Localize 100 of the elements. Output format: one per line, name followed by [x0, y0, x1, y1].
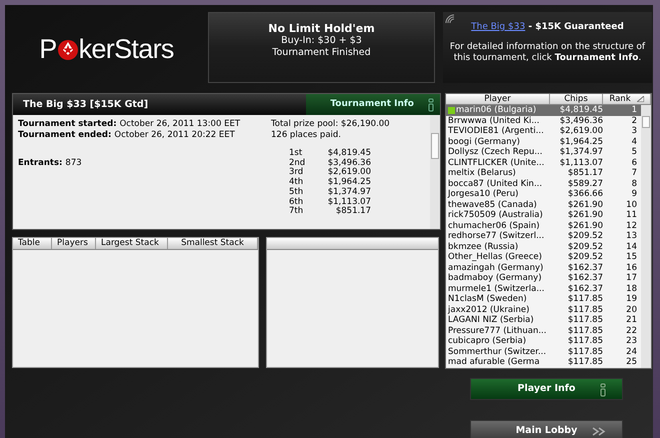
player-row[interactable]: amazingah (Germany) $162.37 16 — [446, 262, 641, 273]
column-header[interactable]: Player — [446, 94, 550, 104]
player-row[interactable]: cubicapro (Serbia) $117.85 23 — [446, 336, 641, 346]
chip-count: $209.52 — [566, 252, 603, 262]
rank-number: 19 — [625, 294, 638, 304]
payout-place: 3rd — [289, 168, 304, 178]
player-name: bocca87 (United Kin... — [448, 178, 542, 189]
rank-number: 17 — [625, 273, 638, 284]
player-row[interactable]: rick750509 (Australia) $261.90 11 — [446, 210, 641, 220]
player-name: N1clasM (Sweden) — [448, 294, 527, 304]
player-row[interactable]: bkmzee (Russia) $209.52 14 — [446, 242, 641, 252]
places-paid-text: 126 places paid. — [271, 130, 342, 141]
player-row[interactable]: chumacher06 (Spain) $261.90 12 — [446, 220, 641, 231]
player-row[interactable]: Brrwwwa (United Ki... $3,496.36 2 — [446, 116, 641, 126]
chip-count: $117.85 — [566, 336, 603, 346]
chip-count: $4,819.45 — [558, 105, 603, 116]
player-row[interactable]: TEVIODIE81 (Argenti... $2,619.00 3 — [446, 126, 641, 136]
player-name: TEVIODIE81 (Argenti... — [448, 126, 544, 136]
payout-place: 5th — [289, 188, 304, 198]
player-name: bkmzee (Russia) — [448, 242, 518, 252]
scrollbar[interactable] — [430, 115, 440, 229]
player-row[interactable]: mad afurable (Germa $117.85 25 — [446, 357, 641, 368]
column-header[interactable]: Largest Stack — [96, 238, 168, 249]
chip-count: $1,113.07 — [558, 158, 603, 168]
payout-amount: $2,619.00 — [326, 168, 371, 178]
player-name: LAGANI NIZ (Serbia) — [448, 315, 534, 326]
payout-amount: $4,819.45 — [326, 149, 371, 158]
payout-amount: $1,964.25 — [326, 178, 371, 188]
player-name: rick750509 (Australia) — [448, 210, 543, 220]
player-row[interactable]: jaxx2012 (Ukraine) $117.85 20 — [446, 304, 641, 315]
rank-number: 12 — [625, 220, 638, 231]
player-row[interactable]: boogi (Germany) $1,964.25 4 — [446, 136, 641, 147]
chip-count: $117.85 — [566, 315, 603, 326]
chip-count: $162.37 — [566, 273, 603, 284]
player-row[interactable]: N1clasM (Sweden) $117.85 19 — [446, 294, 641, 304]
player-row[interactable]: badmaboy (Germany) $162.37 17 — [446, 273, 641, 284]
tournament-info-tab[interactable]: Tournament Info — [306, 94, 440, 115]
chip-count: $589.27 — [566, 178, 603, 189]
player-name: marin06 (Bulgaria) — [456, 105, 536, 116]
rank-number: 13 — [625, 231, 638, 242]
player-name: meltix (Belarus) — [448, 168, 516, 178]
player-name: Brrwwwa (United Ki... — [448, 116, 540, 126]
player-row[interactable]: bocca87 (United Kin... $589.27 8 — [446, 178, 641, 189]
rank-number: 11 — [625, 210, 638, 220]
player-name: jaxx2012 (Ukraine) — [448, 304, 530, 315]
player-row[interactable]: marin06 (Bulgaria) $4,819.45 1 — [446, 105, 641, 116]
detail-label: Tournament started: — [18, 119, 117, 130]
player-row[interactable]: redhorse77 (Switzerl... $209.52 13 — [446, 231, 641, 242]
player-row[interactable]: Pressure777 (Lithuan... $117.85 22 — [446, 326, 641, 336]
player-name: redhorse77 (Switzerl... — [448, 231, 544, 242]
player-row[interactable]: Jorgesa10 (Peru) $366.66 9 — [446, 189, 641, 200]
tournament-title: The Big $33 [$15K Gtd] — [22, 98, 150, 112]
main-lobby-button[interactable]: Main Lobby — [470, 420, 623, 438]
detail-value: 873 — [65, 158, 82, 169]
player-row[interactable]: Other_Hellas (Greece) $209.52 15 — [446, 252, 641, 262]
player-row[interactable]: meltix (Belarus) $851.17 7 — [446, 168, 641, 178]
player-row[interactable]: thewave85 (Canada) $261.90 10 — [446, 200, 641, 210]
chip-count: $261.90 — [566, 210, 603, 220]
chip-count: $851.17 — [566, 168, 603, 178]
scrollbar[interactable] — [641, 105, 651, 368]
chip-count: $117.85 — [566, 346, 603, 357]
player-name: chumacher06 (Spain) — [448, 220, 540, 231]
player-row[interactable]: LAGANI NIZ (Serbia) $117.85 21 — [446, 315, 641, 326]
rank-number: 10 — [625, 200, 638, 210]
buy-in-text: Buy-In: $30 + $3 — [281, 35, 362, 47]
player-info-button[interactable]: Player Info — [470, 378, 623, 400]
payout-place: 7th — [289, 207, 304, 217]
column-header[interactable]: Chips — [550, 94, 603, 104]
rank-number: 4 — [630, 136, 638, 147]
chip-count: $261.90 — [566, 220, 603, 231]
column-header[interactable]: Players — [52, 238, 96, 249]
rank-number: 3 — [630, 126, 638, 136]
chip-count: $1,374.97 — [558, 147, 603, 158]
rank-number: 20 — [625, 304, 638, 315]
player-name: mad afurable (Germa — [448, 357, 540, 368]
rank-number: 5 — [630, 147, 638, 158]
player-row[interactable]: CLINTFLICKER (Unite... $1,113.07 6 — [446, 158, 641, 168]
payout-place: 6th — [289, 198, 304, 207]
column-header[interactable]: Rank — [603, 94, 651, 104]
player-row[interactable]: Sommerthur (Switzer... $117.85 24 — [446, 346, 641, 357]
payout-amount: $1,113.07 — [326, 198, 371, 207]
info-description: For detailed information on the structure of this tournament, click Tournament Info. — [448, 42, 646, 64]
rank-number: 9 — [630, 189, 638, 200]
info-icon — [600, 383, 606, 397]
column-header[interactable]: Smallest Stack — [168, 238, 258, 249]
player-name: boogi (Germany) — [448, 136, 520, 147]
tournament-link[interactable]: The Big $33 — [471, 22, 526, 32]
guarantee-text: - $15K Guaranteed — [527, 22, 624, 32]
player-name: Jorgesa10 (Peru) — [448, 189, 518, 200]
player-name: Dollysz (Czech Repu... — [448, 147, 542, 158]
column-header[interactable]: Table — [13, 238, 52, 249]
payout-place: 4th — [289, 178, 304, 188]
rank-number: 6 — [630, 158, 638, 168]
player-row[interactable]: Dollysz (Czech Repu... $1,374.97 5 — [446, 147, 641, 158]
chip-count: $162.37 — [566, 262, 603, 273]
player-name: murmele1 (Switzerla... — [448, 284, 544, 294]
player-row[interactable]: murmele1 (Switzerla... $162.37 18 — [446, 284, 641, 294]
player-name: amazingah (Germany) — [448, 262, 544, 273]
player-name: Sommerthur (Switzer... — [448, 346, 546, 357]
rank-number: 22 — [625, 326, 638, 336]
